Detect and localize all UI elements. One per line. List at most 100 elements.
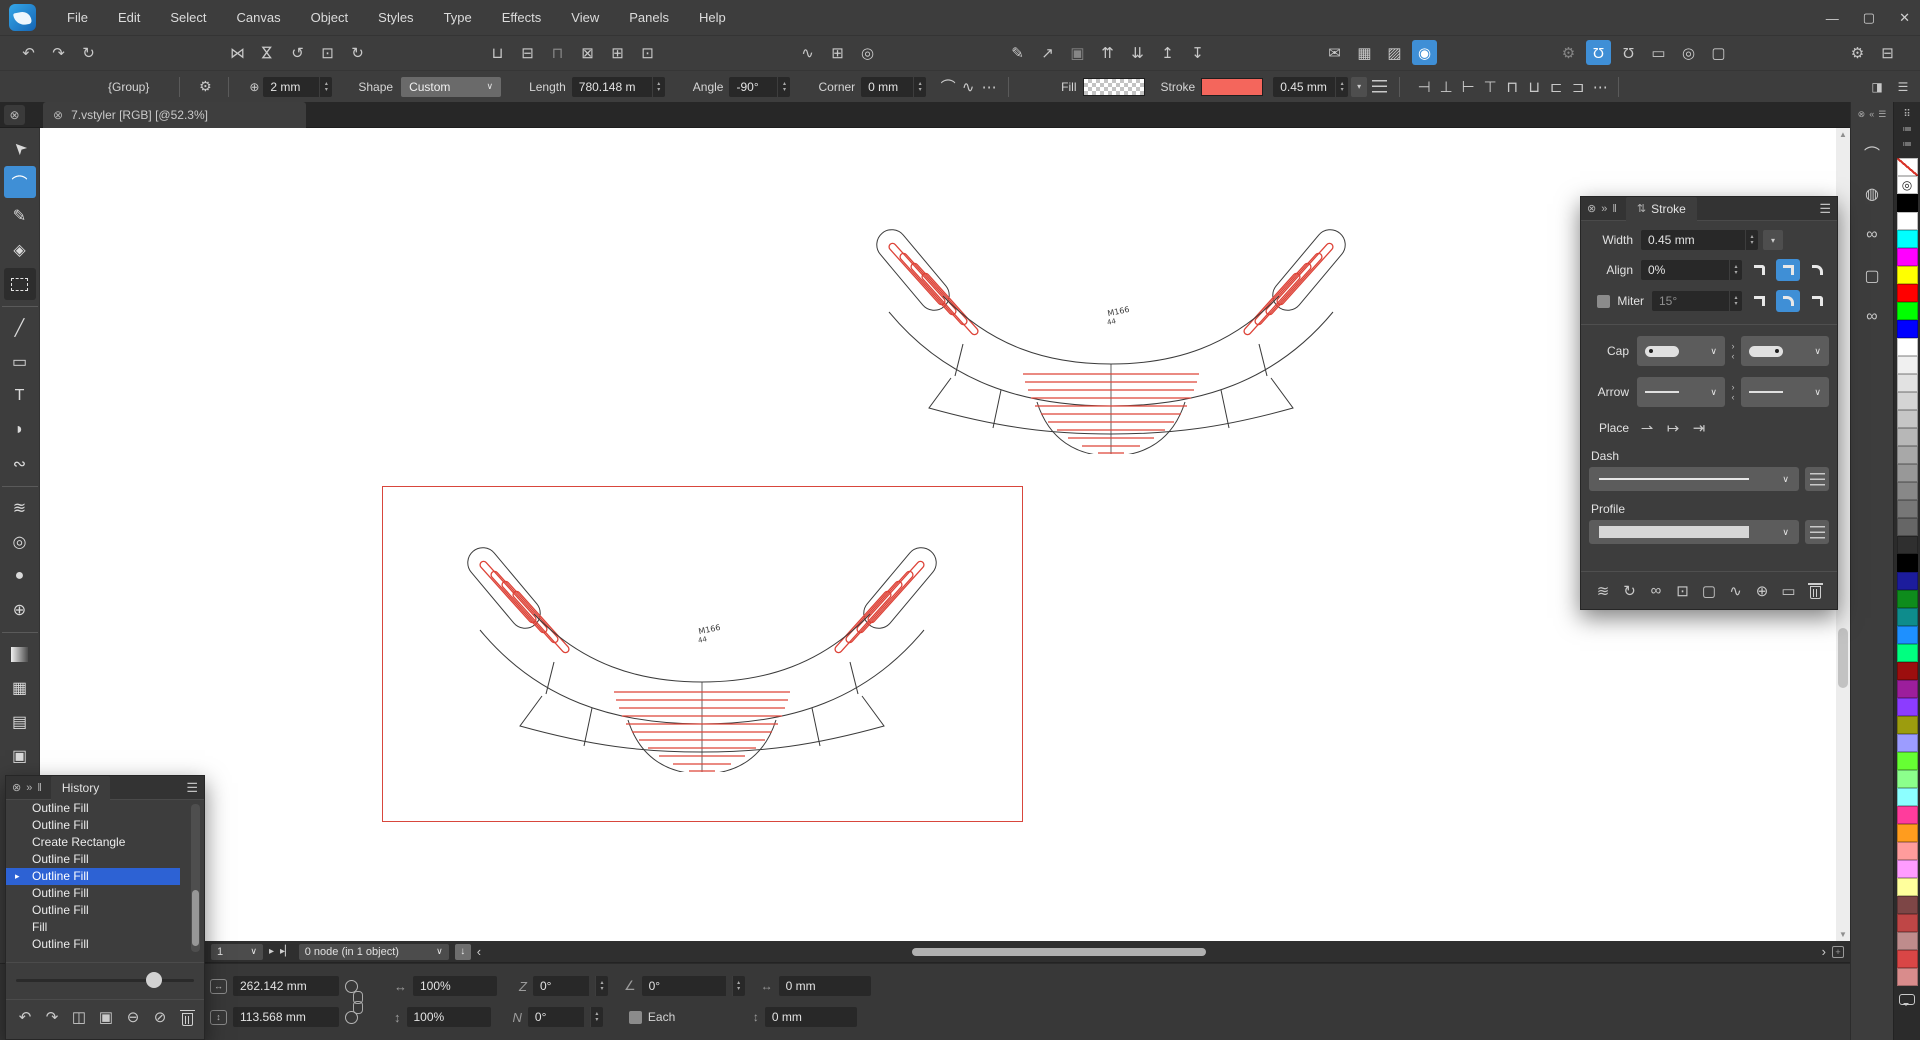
light-magenta[interactable] [1897,860,1918,878]
green[interactable] [1897,302,1918,320]
gray-53[interactable] [1897,482,1918,500]
cap-end-dropdown[interactable]: ∨ [1741,336,1829,366]
draw-tool[interactable]: ✎ [4,200,36,232]
subtract-icon[interactable]: ⊟ [515,40,540,65]
stroke-align-stepper[interactable]: ▴▾ [1729,260,1742,280]
node-tool[interactable]: ⌒ [4,166,36,198]
document-tab[interactable]: ⊗ 7.vstyler [RGB] [@52.3%] [43,102,306,128]
place-start-icon[interactable]: ⇀ [1637,418,1657,438]
bevel-join-button[interactable] [1805,290,1829,312]
light-green[interactable] [1897,770,1918,788]
undo-icon[interactable]: ↶ [14,1006,36,1028]
menu-item[interactable]: File [52,0,103,36]
gray-94[interactable] [1897,356,1918,374]
scroll-right-icon[interactable]: › [1822,944,1826,959]
olive[interactable] [1897,716,1918,734]
snap-shape-icon[interactable]: ▢ [1706,40,1731,65]
spring[interactable] [1897,644,1918,662]
light-cyan[interactable] [1897,788,1918,806]
copy-cap-right-icon[interactable]: › [1732,341,1735,351]
page-dropdown[interactable]: 1∨ [211,944,263,960]
play-pages-icon[interactable]: ▸ [269,946,274,957]
menu-item[interactable]: Panels [614,0,684,36]
palette-list2-icon[interactable]: ≔ [1902,137,1912,152]
bring-forward-icon[interactable]: ↥ [1155,40,1180,65]
transform-origin-icon[interactable]: ⊕ [245,74,263,99]
union-icon[interactable]: ⊔ [485,40,510,65]
skew-v-field[interactable]: 0° [528,1007,584,1027]
snap-icon[interactable]: Ω [1586,40,1611,65]
arrow-end-dropdown[interactable]: ∨ [1741,377,1829,407]
angle-stepper[interactable]: ▴▾ [777,77,790,97]
align-bottom-icon[interactable]: ⊏ [1546,74,1566,99]
orange[interactable] [1897,824,1918,842]
panel-expand-icon[interactable]: » [26,782,32,794]
place-middle-icon[interactable]: ↦ [1663,418,1683,438]
brick[interactable] [1897,914,1918,932]
copy-arrow-left-icon[interactable]: ‹ [1732,392,1735,402]
stroke-width-stepper[interactable]: ▴▾ [1335,77,1348,97]
panel-menu-icon[interactable]: ☰ [1819,201,1831,217]
dock-close-icon[interactable]: ⊗ [1858,109,1866,120]
history-item[interactable]: Outline Fill [6,902,180,919]
gray-83[interactable] [1897,392,1918,410]
comment-icon[interactable] [1899,994,1915,1005]
objects-panel-icon[interactable]: ◍ [1860,181,1885,206]
object-width-field[interactable]: 262.142 mm [233,976,339,996]
isolate-icon[interactable]: ▣ [1065,40,1090,65]
rose[interactable] [1897,968,1918,986]
size-field[interactable]: 2 mm [263,77,319,97]
flip-vertical-icon[interactable]: ⋈ [255,40,280,65]
each-checkbox[interactable] [629,1011,642,1024]
purple[interactable] [1897,680,1918,698]
mauve[interactable] [1897,932,1918,950]
style-link-panel-icon[interactable]: ∞ [1860,222,1885,247]
registration-swatch[interactable]: ◎ [1897,176,1918,194]
history-item[interactable]: Outline Fill [6,868,180,885]
shape-dropdown[interactable]: Custom∨ [401,77,501,97]
vertical-scrollbar[interactable]: ▲ ▼ [1836,128,1850,941]
menu-item[interactable]: Object [296,0,364,36]
snap-bounds-icon[interactable]: ▭ [1646,40,1671,65]
redo-icon[interactable]: ↷ [46,40,71,65]
distribute-h-icon[interactable]: ⊓ [1502,74,1522,99]
crop-icon[interactable]: ⊞ [825,40,850,65]
width-tool[interactable]: ∾ [4,448,36,480]
transform-again-icon[interactable]: ⊡ [315,40,340,65]
snapshot-remove-icon[interactable]: ◫ [68,1006,90,1028]
miter-join-button[interactable] [1747,290,1771,312]
black-2[interactable] [1897,554,1918,572]
menu-item[interactable]: Canvas [222,0,296,36]
tab-close-icon[interactable]: ⊗ [53,108,63,122]
scroll-down-icon[interactable]: ▼ [1839,930,1847,939]
align-inside-button[interactable] [1747,259,1771,281]
select-tool[interactable]: ➤ [0,125,42,170]
snap-center-icon[interactable]: ◎ [1676,40,1701,65]
gray-100[interactable] [1897,338,1918,356]
corner-stepper[interactable]: ▴▾ [913,77,926,97]
node-list-icon[interactable]: ↓ [455,944,471,960]
stroke-width-stepper[interactable]: ▴▾ [1745,230,1758,250]
link-style-icon[interactable]: ∞ [1646,581,1666,601]
history-item[interactable]: Fill [6,919,180,936]
white[interactable] [1897,212,1918,230]
forest[interactable] [1897,590,1918,608]
update-style-icon[interactable]: ↻ [1620,581,1640,601]
link-effects-icon[interactable]: ◎ [855,40,880,65]
gray-88[interactable] [1897,374,1918,392]
history-item[interactable]: Outline Fill [6,817,180,834]
add-style-icon[interactable]: ⊕ [1752,581,1772,601]
menu-item[interactable]: Type [429,0,487,36]
history-item[interactable]: Outline Fill [6,851,180,868]
panel-menu-icon[interactable]: ☰ [1894,74,1912,99]
teal[interactable] [1897,608,1918,626]
text-tool[interactable]: T [4,380,36,412]
stroke-options-icon[interactable] [1372,80,1387,93]
scroll-left-icon[interactable]: ‹ [477,944,481,959]
stroke-swatch[interactable] [1201,78,1263,96]
scroll-up-icon[interactable]: ▲ [1839,130,1847,139]
sphere-tool[interactable]: ⊕ [4,594,36,626]
history-position-slider[interactable] [16,969,194,993]
menu-item[interactable]: Styles [363,0,428,36]
delete-stroke-icon[interactable] [1805,581,1825,601]
